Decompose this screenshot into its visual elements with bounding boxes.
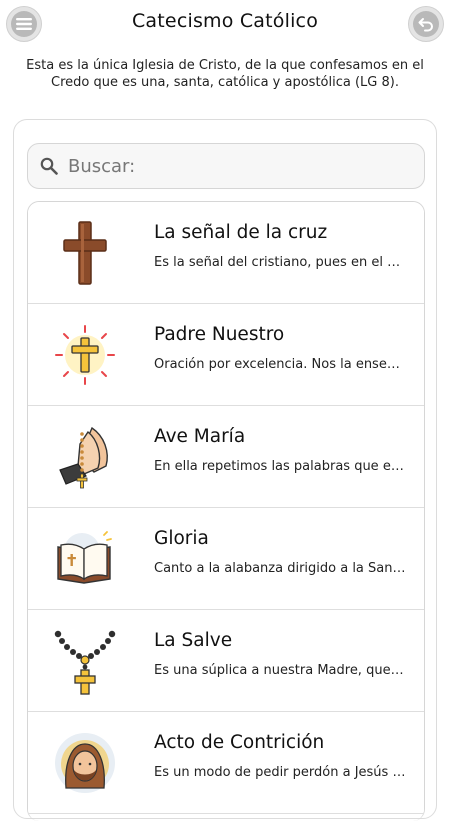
item-title: Gloria xyxy=(154,528,209,549)
item-description: Es una súplica a nuestra Madre, que es R… xyxy=(154,663,406,678)
item-title: Ave María xyxy=(154,426,246,447)
open-bible-icon xyxy=(46,522,124,596)
list-item[interactable]: Padre Nuestro Oración por excelencia. No… xyxy=(28,304,424,406)
back-button[interactable] xyxy=(408,6,444,42)
item-description: Oración por excelencia. Nos la enseñó el… xyxy=(154,357,406,372)
list-item[interactable]: Acto de Contrición Es un modo de pedir p… xyxy=(28,712,424,814)
praying-hands-rosary-icon xyxy=(46,420,124,494)
list-item[interactable]: La Salve Es una súplica a nuestra Madre,… xyxy=(28,610,424,712)
item-title: La Salve xyxy=(154,630,233,651)
shining-cross-icon xyxy=(46,318,124,392)
item-description: Es la señal del cristiano, pues en el no… xyxy=(154,255,406,270)
search-bar[interactable] xyxy=(27,143,425,189)
search-input[interactable] xyxy=(66,154,400,178)
search-icon xyxy=(32,157,66,175)
intro-text: Esta es la única Iglesia de Cristo, de l… xyxy=(26,58,424,90)
item-description: Canto a la alabanza dirigido a la Santís… xyxy=(154,561,406,576)
item-title: Padre Nuestro xyxy=(154,324,285,345)
wooden-cross-icon xyxy=(46,216,124,290)
prayer-panel: La señal de la cruz Es la señal del cris… xyxy=(13,119,437,821)
rosary-icon xyxy=(46,624,124,698)
page-title: Catecismo Católico xyxy=(131,10,319,32)
list-item[interactable]: La señal de la cruz Es la señal del cris… xyxy=(28,202,424,304)
back-arrow-icon xyxy=(413,11,439,37)
item-description: Es un modo de pedir perdón a Jesús por n… xyxy=(154,765,406,780)
prayer-list: La señal de la cruz Es la señal del cris… xyxy=(27,201,425,821)
jesus-face-icon xyxy=(46,726,124,800)
list-item[interactable]: Gloria Canto a la alabanza dirigido a la… xyxy=(28,508,424,610)
list-item[interactable]: Ave María En ella repetimos las palabras… xyxy=(28,406,424,508)
item-title: La señal de la cruz xyxy=(154,222,328,243)
item-title: Acto de Contrición xyxy=(154,732,325,753)
header: Catecismo Católico xyxy=(0,0,450,46)
item-description: En ella repetimos las palabras que el án… xyxy=(154,459,406,474)
